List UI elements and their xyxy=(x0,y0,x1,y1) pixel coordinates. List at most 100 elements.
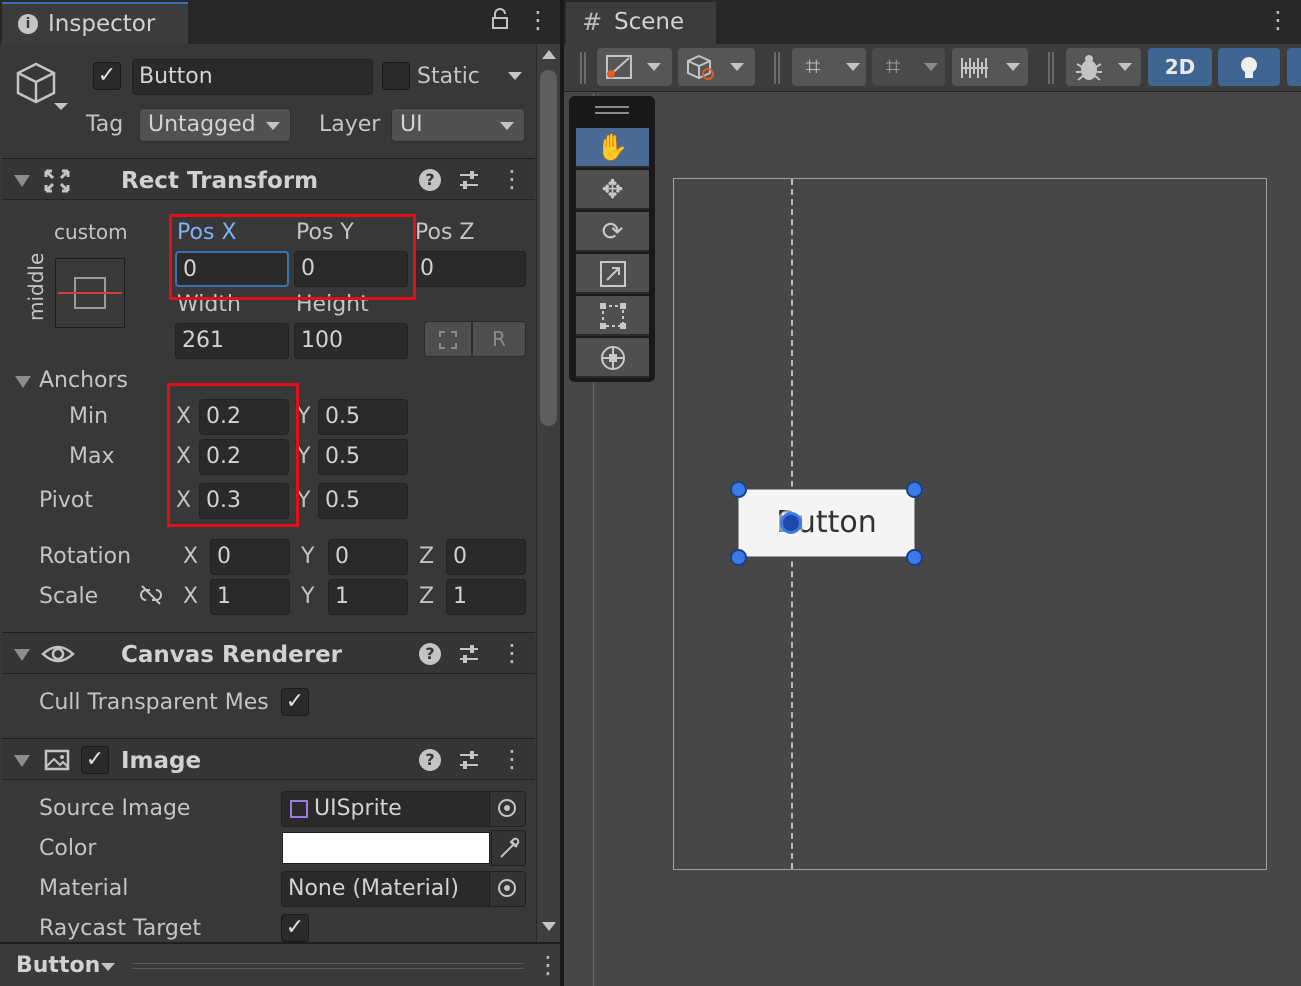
pos-z-label[interactable]: Pos Z xyxy=(415,222,474,244)
material-value: None (Material) xyxy=(288,876,459,901)
scene-ui-button[interactable]: Button xyxy=(738,489,915,557)
inspector-footer: Button ⋮ xyxy=(0,942,560,986)
scale-x-label[interactable]: X xyxy=(183,586,198,608)
rotate-tool-button[interactable]: ⟳ xyxy=(576,212,649,252)
gizmos-dropdown[interactable] xyxy=(1066,48,1141,86)
footer-splitter[interactable] xyxy=(132,963,524,969)
help-icon[interactable]: ? xyxy=(419,643,441,665)
source-image-field[interactable]: UISprite xyxy=(281,791,526,827)
raw-edit-button[interactable]: R xyxy=(472,321,526,357)
anchors-label[interactable]: Anchors xyxy=(39,370,128,392)
scrollbar-thumb[interactable] xyxy=(540,70,557,426)
raycast-target-checkbox[interactable]: ✓ xyxy=(281,914,309,942)
rot-y-field[interactable]: 0 xyxy=(328,539,408,575)
chevron-down-icon xyxy=(924,63,938,71)
rot-z-field[interactable]: 0 xyxy=(446,539,526,575)
static-checkbox[interactable] xyxy=(382,62,410,90)
scene-viewport[interactable]: Button xyxy=(564,93,1301,986)
image-enabled-checkbox[interactable]: ✓ xyxy=(81,746,109,774)
cull-transparent-checkbox[interactable]: ✓ xyxy=(281,688,309,716)
toggle-2d-button[interactable]: 2D xyxy=(1148,48,1212,86)
scale-y-label[interactable]: Y xyxy=(301,586,314,608)
rect-transform-header[interactable]: Rect Transform ? ⋮ xyxy=(2,158,535,200)
tag-dropdown[interactable]: Untagged xyxy=(139,108,291,142)
component-menu-icon[interactable]: ⋮ xyxy=(500,167,524,193)
min-y-label[interactable]: Y xyxy=(297,406,310,428)
image-header[interactable]: ✓ Image ? ⋮ xyxy=(2,738,535,780)
inspector-tab[interactable]: i Inspector xyxy=(2,2,188,44)
min-y-field[interactable]: 0.5 xyxy=(318,399,408,435)
inspector-scrollbar[interactable] xyxy=(536,44,560,942)
grid-snap-icon: ⌗ xyxy=(805,52,821,82)
help-icon[interactable]: ? xyxy=(419,169,441,191)
anchor-preset-button[interactable] xyxy=(55,258,125,328)
shading-dropdown[interactable] xyxy=(678,48,755,86)
active-checkbox[interactable]: ✓ xyxy=(93,62,121,90)
scene-tab-menu-icon[interactable]: ⋮ xyxy=(1266,8,1290,34)
ruler-snap-button[interactable] xyxy=(952,48,1028,86)
presets-icon[interactable] xyxy=(457,749,481,773)
scale-tool-button[interactable] xyxy=(576,254,649,294)
rot-x-field[interactable]: 0 xyxy=(210,539,290,575)
toolbar-grip[interactable] xyxy=(580,52,586,84)
anchors-foldout-icon[interactable] xyxy=(15,376,31,388)
object-picker-icon[interactable] xyxy=(489,792,525,826)
foldout-icon[interactable] xyxy=(14,649,30,661)
component-menu-icon[interactable]: ⋮ xyxy=(500,641,524,667)
scale-z-field[interactable]: 1 xyxy=(446,579,526,615)
component-menu-icon[interactable]: ⋮ xyxy=(500,747,524,773)
pivot-handle[interactable] xyxy=(780,512,802,534)
material-field[interactable]: None (Material) xyxy=(281,871,526,907)
unlinked-scale-icon[interactable] xyxy=(137,584,165,608)
object-picker-icon[interactable] xyxy=(489,872,525,906)
hand-tool-button[interactable]: ✋ xyxy=(576,128,649,168)
pivot-y-field[interactable]: 0.5 xyxy=(318,483,408,519)
audio-toggle-button[interactable] xyxy=(1287,48,1301,86)
object-name-field[interactable]: Button xyxy=(132,59,373,95)
color-swatch[interactable] xyxy=(282,832,490,864)
max-y-label[interactable]: Y xyxy=(297,446,310,468)
scale-z-label[interactable]: Z xyxy=(419,586,434,608)
layer-dropdown[interactable]: UI xyxy=(391,108,525,142)
resize-handle-top-right[interactable] xyxy=(906,481,923,498)
footer-menu-icon[interactable]: ⋮ xyxy=(536,953,560,979)
gameobject-icon[interactable] xyxy=(12,58,68,114)
help-icon[interactable]: ? xyxy=(419,749,441,771)
static-dropdown-icon[interactable] xyxy=(508,72,522,80)
foldout-icon[interactable] xyxy=(14,755,30,767)
pivot-y-label[interactable]: Y xyxy=(297,490,310,512)
scale-y-field[interactable]: 1 xyxy=(328,579,408,615)
pos-z-field[interactable]: 0 xyxy=(413,251,526,287)
grid-snap-button[interactable]: ⌗ xyxy=(792,48,866,86)
canvas-renderer-header[interactable]: Canvas Renderer ? ⋮ xyxy=(2,632,535,674)
tab-menu-icon[interactable]: ⋮ xyxy=(526,8,550,34)
scene-tab[interactable]: # Scene xyxy=(566,2,716,44)
width-field[interactable]: 261 xyxy=(175,323,289,359)
increment-snap-button[interactable]: ⌗ xyxy=(872,48,945,86)
resize-handle-bottom-left[interactable] xyxy=(730,549,747,566)
scale-x-field[interactable]: 1 xyxy=(210,579,290,615)
resize-handle-top-left[interactable] xyxy=(730,481,747,498)
lock-icon[interactable] xyxy=(488,8,512,34)
tools-overlay-grip[interactable] xyxy=(595,106,629,114)
rot-y-label[interactable]: Y xyxy=(301,546,314,568)
footer-object-label[interactable]: Button xyxy=(16,955,100,977)
eyedropper-icon[interactable] xyxy=(491,830,526,866)
foldout-icon[interactable] xyxy=(14,175,30,187)
presets-icon[interactable] xyxy=(457,643,481,667)
max-y-field[interactable]: 0.5 xyxy=(318,439,408,475)
scroll-down-icon[interactable] xyxy=(542,922,556,931)
scroll-up-icon[interactable] xyxy=(542,50,556,59)
height-field[interactable]: 100 xyxy=(294,323,408,359)
footer-dropdown-icon[interactable] xyxy=(101,963,115,971)
rot-z-label[interactable]: Z xyxy=(419,546,434,568)
move-tool-button[interactable]: ✥ xyxy=(576,170,649,210)
rot-x-label[interactable]: X xyxy=(183,546,198,568)
presets-icon[interactable] xyxy=(457,169,481,193)
lighting-toggle-button[interactable] xyxy=(1218,48,1280,86)
draw-mode-dropdown[interactable] xyxy=(597,48,672,86)
blueprint-mode-button[interactable] xyxy=(424,321,472,357)
resize-handle-bottom-right[interactable] xyxy=(906,549,923,566)
transform-tool-button[interactable] xyxy=(576,338,649,378)
rect-tool-button[interactable] xyxy=(576,296,649,336)
